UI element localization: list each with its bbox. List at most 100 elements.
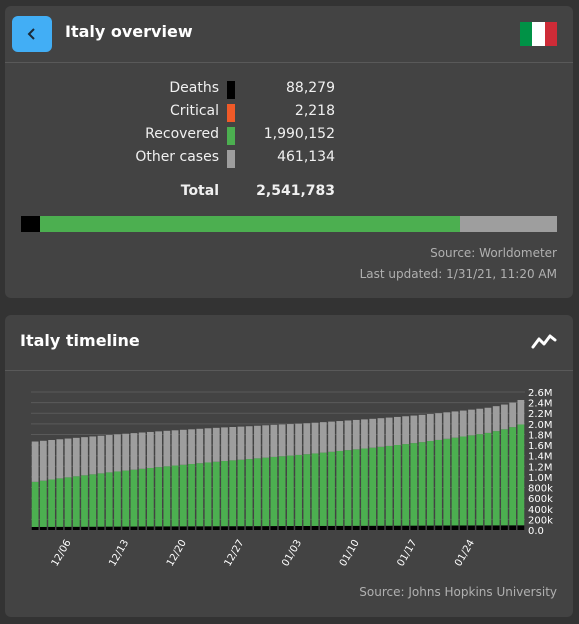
bar-segment [221,427,228,462]
bar-segment [352,525,360,530]
bar-segment [501,525,508,530]
bar-segment [171,430,179,466]
timeline-header: Italy timeline [5,315,573,371]
bar-segment [303,454,311,526]
bar-segment [122,526,130,530]
bar-segment [492,431,500,526]
bar-segment [204,462,212,527]
timeline-title: Italy timeline [20,331,140,350]
bar-segment [163,430,171,467]
bar-segment [509,402,517,428]
bar-segment [517,424,525,526]
bar-segment [122,433,130,471]
bar-segment [369,418,377,448]
total-value: 2,541,783 [256,183,335,199]
bar-segment [188,526,195,530]
bar-segment [270,456,278,527]
x-tick-label: 12/20 [165,538,189,568]
bar-segment [147,467,154,527]
bar-segment [492,525,500,530]
bar-segment [435,439,442,526]
stat-label: Other cases [135,149,219,165]
y-tick-label: 2.2M [528,409,553,420]
bar-segment [81,475,88,527]
bar-segment [179,526,187,530]
bar-segment [451,437,459,526]
stat-swatch [227,127,235,145]
bar-segment [468,435,475,526]
y-tick-label: 400k [528,505,553,516]
bar-segment [459,525,467,530]
flag-white-stripe [532,22,545,46]
trend-line-icon[interactable] [531,331,557,351]
bar-segment [147,431,154,468]
bar-segment [361,525,368,530]
bar-segment [369,525,377,530]
stat-row-critical: Critical 2,218 [5,103,573,126]
bar-segment [212,526,220,530]
bar-segment [130,526,138,530]
bar-segment [254,526,261,530]
stat-label: Critical [170,103,219,119]
bar-segment [377,418,385,447]
bar-segment [352,449,360,526]
bar-segment [179,464,187,527]
last-updated: Last updated: 1/31/21, 11:20 AM [359,267,557,281]
bar-segment [459,410,467,437]
bar-segment [254,425,261,459]
bar-segment [245,426,253,460]
overview-title: Italy overview [65,22,193,41]
bar-segment [443,438,451,526]
stat-label: Deaths [169,80,219,96]
bar-segment [48,439,55,480]
bar-segment [311,422,319,454]
stat-row-deaths: Deaths 88,279 [5,80,573,103]
bar-segment [254,458,261,527]
bar-segment [97,435,105,474]
bar-segment [451,525,459,530]
bar-segment [336,421,344,451]
bar-segment [303,525,311,530]
y-tick-label: 1.4M [528,452,553,463]
bar-segment [212,461,220,527]
bar-segment [237,459,245,527]
bar-segment-deaths [21,216,40,232]
bar-segment [262,425,270,458]
stat-value: 461,134 [277,149,335,165]
bar-segment [443,412,451,439]
bar-segment [476,434,484,526]
bar-segment [229,526,237,530]
stat-swatch [227,150,235,168]
x-tick-label: 01/03 [280,538,304,568]
bar-segment [196,463,204,527]
bar-segment [204,428,212,463]
bar-segment [204,526,212,530]
y-tick-label: 2.6M [528,388,553,399]
bar-segment [97,526,105,530]
bar-segment [188,429,195,465]
bar-segment [394,445,401,526]
bar-segment [418,525,426,530]
total-label: Total [180,183,219,199]
y-tick-label: 1.8M [528,430,553,441]
bar-segment [295,454,302,527]
bar-segment [443,525,451,530]
bar-segment [270,526,278,530]
stat-row-other-cases: Other cases 461,134 [5,149,573,172]
stat-label: Recovered [145,126,219,142]
bar-segment [410,525,418,530]
bar-segment [229,426,237,461]
bar-segment [336,525,344,530]
bar-segment [81,526,88,530]
bar-segment [286,526,294,530]
bar-segment [171,526,179,530]
timeline-source: Source: Johns Hopkins University [359,585,557,599]
back-button[interactable] [12,16,52,52]
bar-segment [484,407,492,433]
bar-segment [155,431,162,468]
bar-segment [31,481,39,527]
bar-segment [64,438,72,478]
bar-segment [509,525,517,530]
bar-segment [48,526,55,530]
bar-segment [138,468,146,527]
